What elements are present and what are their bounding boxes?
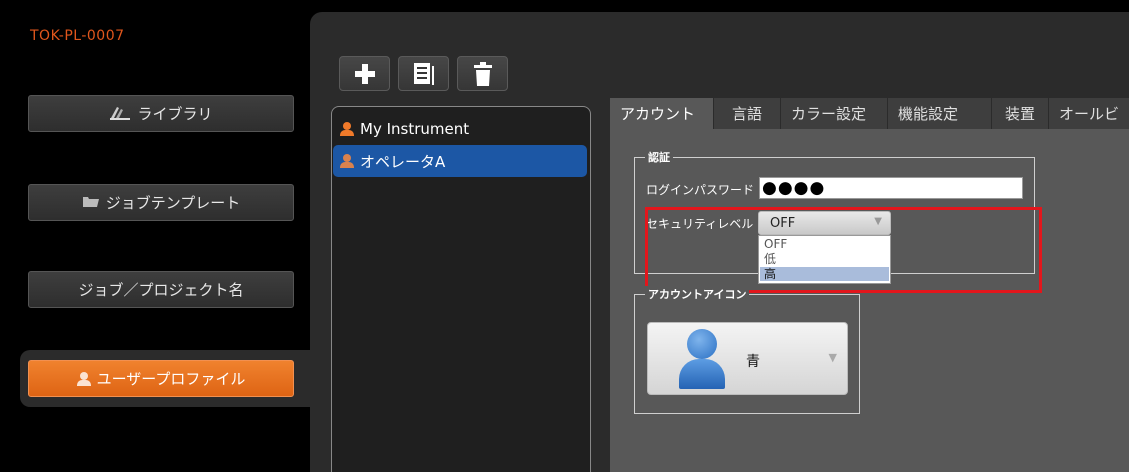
sidebar-item-label: ユーザープロファイル [96, 370, 246, 388]
tab-function-settings[interactable]: 機能設定 [888, 98, 992, 129]
person-avatar-icon [679, 329, 725, 389]
sidebar-item-label: ジョブ／プロジェクト名 [78, 281, 244, 299]
duplicate-icon [413, 62, 434, 85]
tab-color-settings[interactable]: カラー設定 [781, 98, 888, 129]
delete-button[interactable] [457, 56, 508, 91]
password-field[interactable]: ●●●● [759, 177, 1023, 199]
sidebar-item-job-project-name[interactable]: ジョブ／プロジェクト名 [28, 271, 294, 308]
profile-list: My Instrument オペレータA [331, 106, 591, 472]
tab-language[interactable]: 言語 [714, 98, 781, 129]
profile-label: My Instrument [360, 120, 470, 138]
highlight-box [645, 207, 1042, 293]
tab-account[interactable]: アカウント [610, 98, 714, 129]
user-icon [76, 371, 91, 386]
add-icon [354, 63, 375, 84]
sidebar-item-job-template[interactable]: ジョブテンプレート [28, 184, 294, 221]
password-label: ログインパスワード [646, 183, 755, 197]
settings-tabs: アカウント 言語 カラー設定 機能設定 装置 オールビ [610, 98, 1129, 129]
sidebar: TOK-PL-0007 ライブラリ ジョブテンプレート ジョブ／プロジェクト名 … [0, 0, 320, 472]
sidebar-item-library[interactable]: ライブラリ [28, 95, 294, 132]
add-button[interactable] [339, 56, 390, 91]
auth-group-label: 認証 [645, 149, 673, 165]
user-icon [340, 154, 354, 168]
toolbar [339, 56, 508, 91]
account-icon-select[interactable]: 青 ▼ [647, 322, 848, 395]
profile-item-operator-a[interactable]: オペレータA [333, 145, 587, 177]
sidebar-item-label: ジョブテンプレート [105, 194, 241, 212]
user-icon [340, 122, 354, 136]
sidebar-item-label: ライブラリ [137, 105, 213, 123]
profile-label: オペレータA [360, 152, 446, 171]
device-id: TOK-PL-0007 [30, 28, 125, 44]
chevron-down-icon: ▼ [828, 351, 837, 364]
account-icon-value: 青 [746, 354, 760, 370]
folder-icon [82, 194, 100, 212]
account-icon-group-label: アカウントアイコン [645, 286, 750, 302]
tab-device[interactable]: 装置 [992, 98, 1049, 129]
sidebar-item-user-profile[interactable]: ユーザープロファイル [28, 360, 294, 397]
duplicate-button[interactable] [398, 56, 449, 91]
tab-all[interactable]: オールビ [1049, 98, 1129, 129]
library-icon [109, 104, 131, 124]
profile-item-my-instrument[interactable]: My Instrument [333, 113, 587, 145]
trash-icon [473, 61, 492, 86]
